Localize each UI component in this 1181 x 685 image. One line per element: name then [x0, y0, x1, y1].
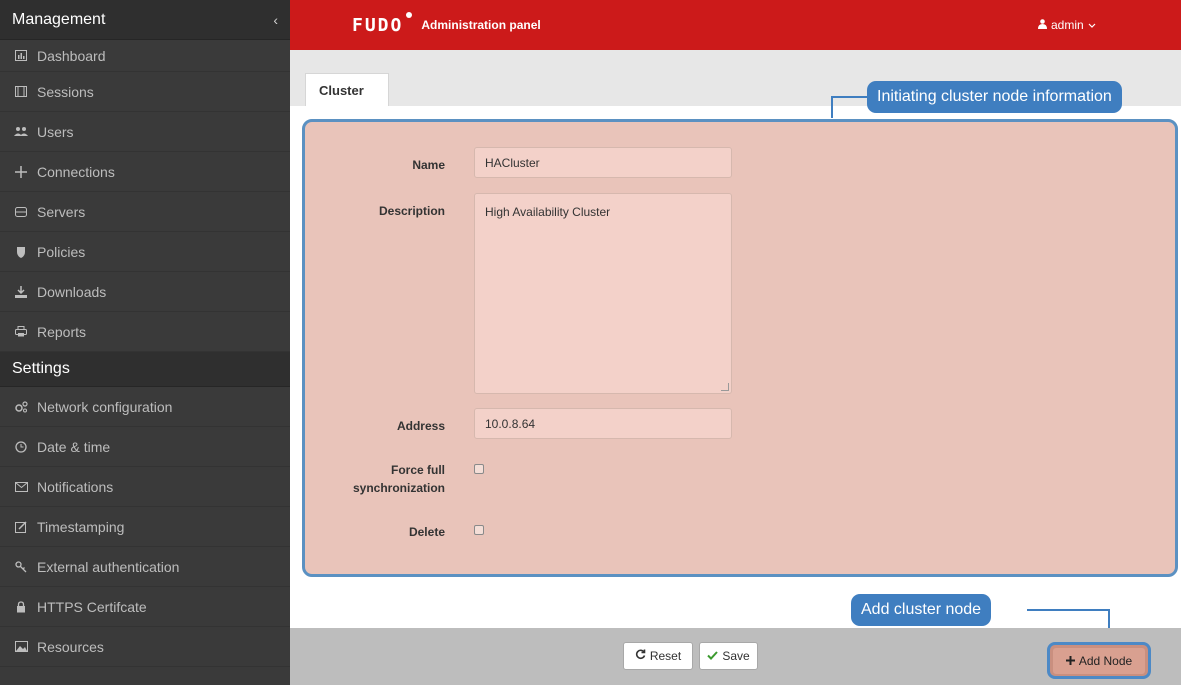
sidebar-item-servers[interactable]: Servers — [0, 192, 290, 232]
sidebar-item-label: Timestamping — [37, 518, 125, 535]
sidebar-item-sessions[interactable]: Sessions — [0, 72, 290, 112]
sidebar-item-label: Reports — [37, 323, 87, 340]
sidebar-item-label: Resources — [37, 638, 104, 655]
description-field[interactable]: High Availability Cluster — [474, 193, 732, 394]
description-text: High Availability Cluster — [485, 205, 611, 219]
force-sync-checkbox[interactable] — [474, 464, 484, 474]
sidebar-item-timestamping[interactable]: Timestamping — [0, 507, 290, 547]
sidebar-item-network-configuration[interactable]: Network configuration — [0, 387, 290, 427]
sidebar-item-external-authentication[interactable]: External authentication — [0, 547, 290, 587]
sidebar-item-notifications[interactable]: Notifications — [0, 467, 290, 507]
refresh-icon — [635, 649, 646, 663]
sidebar-item-policies[interactable]: Policies — [0, 232, 290, 272]
delete-checkbox[interactable] — [474, 525, 484, 535]
envelope-icon — [12, 481, 30, 492]
sidebar-item-label: Users — [37, 123, 74, 140]
callout-leader-node-info — [831, 96, 867, 98]
sidebar-item-label: HTTPS Certifcate — [37, 598, 147, 615]
sidebar-item-reports[interactable]: Reports — [0, 312, 290, 352]
sidebar-item-https-certificate[interactable]: HTTPS Certifcate — [0, 587, 290, 627]
delete-label: Delete — [408, 525, 445, 539]
callout-leader-node-info-drop — [831, 96, 833, 118]
sidebar-item-dashboard[interactable]: Dashboard — [0, 40, 290, 72]
clock-icon — [12, 440, 30, 453]
force-sync-label-line2: synchronization — [352, 481, 445, 495]
brand: FUDO Administration panel — [352, 0, 541, 50]
logo-text: FUDO — [352, 14, 404, 36]
key-icon — [12, 560, 30, 573]
add-node-button-face: Add Node — [1053, 647, 1145, 674]
sidebar: Management ‹ Dashboard Sessions Users Co… — [0, 0, 290, 685]
sidebar-item-downloads[interactable]: Downloads — [0, 272, 290, 312]
sidebar-section-title: Settings — [12, 360, 70, 377]
lock-icon — [12, 600, 30, 613]
name-field[interactable]: HACluster — [474, 147, 732, 178]
sidebar-section-management: Management ‹ — [0, 0, 290, 40]
save-button[interactable]: Save — [699, 642, 758, 670]
check-icon — [707, 649, 719, 663]
user-menu[interactable]: admin — [1038, 0, 1096, 50]
sidebar-item-label: Date & time — [37, 438, 111, 455]
sidebar-item-date-time[interactable]: Date & time — [0, 427, 290, 467]
sidebar-item-label: Notifications — [37, 478, 114, 495]
callout-add-node: Add cluster node — [851, 594, 992, 626]
top-bar: FUDO Administration panel admin — [290, 0, 1181, 50]
sidebar-item-label: Sessions — [37, 83, 94, 100]
tab-cluster[interactable]: Cluster — [305, 73, 389, 106]
sidebar-item-label: Policies — [37, 243, 86, 260]
users-icon — [12, 126, 30, 137]
form-footer: Reset Save Add Node — [290, 628, 1181, 685]
sidebar-section-settings: Settings — [0, 352, 290, 387]
callout-leader-add-node — [1027, 609, 1110, 611]
printer-icon — [12, 326, 30, 337]
sidebar-item-label: External authentication — [37, 558, 180, 575]
reset-button[interactable]: Reset — [623, 642, 693, 670]
shield-icon — [12, 246, 30, 258]
force-sync-label-line1: Force full — [390, 463, 445, 477]
name-label: Name — [412, 158, 445, 172]
server-icon — [12, 206, 30, 217]
gears-icon — [12, 400, 30, 413]
dashboard-icon — [12, 50, 30, 61]
sidebar-item-label: Network configuration — [37, 398, 173, 415]
sidebar-section-title: Management — [12, 10, 106, 28]
collapse-sidebar-icon[interactable]: ‹ — [273, 12, 278, 28]
address-field[interactable]: 10.0.8.64 — [474, 408, 732, 439]
reset-label: Reset — [649, 649, 682, 663]
image-icon — [12, 641, 30, 652]
sidebar-item-connections[interactable]: Connections — [0, 152, 290, 192]
description-label: Description — [378, 204, 445, 218]
callout-node-info: Initiating cluster node information — [867, 81, 1122, 113]
connections-icon — [12, 165, 30, 178]
user-icon — [1038, 18, 1047, 32]
resize-handle-icon[interactable] — [721, 383, 729, 391]
add-node-label: Add Node — [1078, 653, 1133, 668]
sidebar-item-label: Connections — [37, 163, 115, 180]
sidebar-item-resources[interactable]: Resources — [0, 627, 290, 667]
sidebar-item-label: Dashboard — [37, 47, 106, 64]
sidebar-item-users[interactable]: Users — [0, 112, 290, 152]
app-title: Administration panel — [421, 18, 541, 32]
download-icon — [12, 285, 30, 298]
fudo-logo: FUDO — [352, 11, 413, 36]
save-label: Save — [722, 649, 750, 663]
user-name: admin — [1051, 18, 1084, 32]
add-node-button[interactable]: Add Node — [1047, 642, 1151, 679]
edit-icon — [12, 520, 30, 533]
address-label: Address — [396, 419, 445, 433]
main-content: Cluster Name HACluster Description High … — [290, 50, 1181, 685]
sidebar-item-label: Downloads — [37, 283, 107, 300]
film-icon — [12, 86, 30, 97]
force-sync-label: Force full synchronization — [305, 461, 445, 497]
chevron-down-icon — [1088, 18, 1096, 32]
plus-icon — [1065, 654, 1075, 668]
sidebar-item-label: Servers — [37, 203, 86, 220]
cluster-node-form: Name HACluster Description High Availabi… — [302, 119, 1178, 577]
logo-dot — [406, 11, 413, 18]
